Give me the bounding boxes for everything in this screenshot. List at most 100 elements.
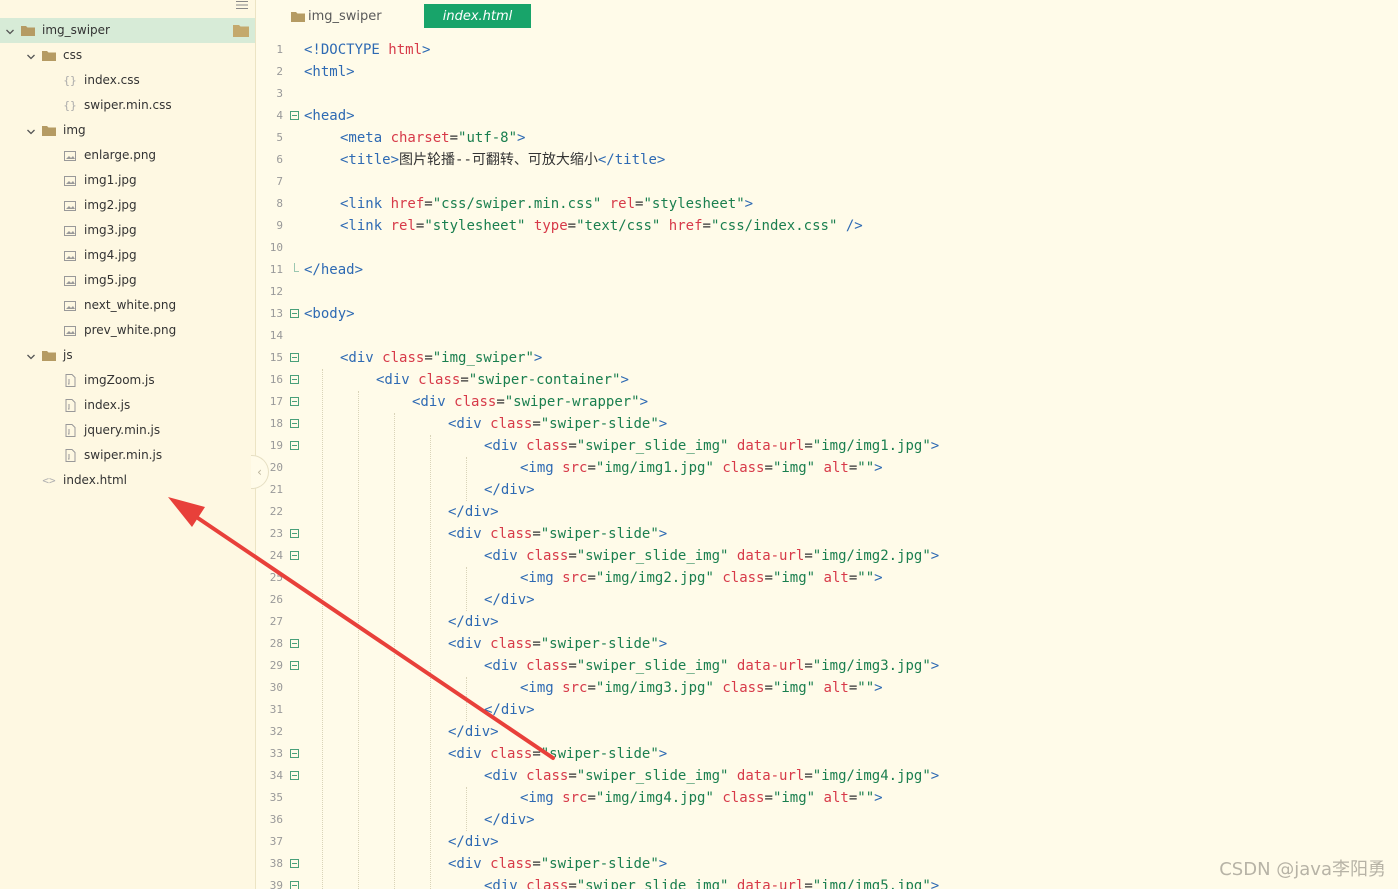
code-line[interactable]: 30 <img src="img/img3.jpg" class="img" al… bbox=[257, 677, 1398, 699]
tree-file[interactable]: next_white.png bbox=[0, 293, 255, 318]
code-line[interactable]: 29 <div class="swiper_slide_img" data-url… bbox=[257, 655, 1398, 677]
fold-toggle-icon[interactable] bbox=[290, 749, 299, 758]
code-line[interactable]: 24 <div class="swiper_slide_img" data-url… bbox=[257, 545, 1398, 567]
code-line[interactable]: 36 </div> bbox=[257, 809, 1398, 831]
menu-icon[interactable] bbox=[236, 0, 248, 10]
chevron-down-icon[interactable] bbox=[5, 26, 15, 36]
tab-index-html[interactable]: index.html bbox=[424, 4, 531, 28]
code-line[interactable]: 19 <div class="swiper_slide_img" data-url… bbox=[257, 435, 1398, 457]
code-token: > bbox=[658, 856, 668, 872]
code-editor[interactable]: 1 <!DOCTYPE html> 2 <html> 3 4 <head> 5 <meta ch… bbox=[257, 38, 1398, 889]
code-token: "img" bbox=[772, 790, 816, 806]
tree-file[interactable]: img2.jpg bbox=[0, 193, 255, 218]
code-line[interactable]: 21 </div> bbox=[257, 479, 1398, 501]
code-line[interactable]: 15 <div class="img_swiper"> bbox=[257, 347, 1398, 369]
fold-toggle-icon[interactable] bbox=[290, 353, 299, 362]
code-line[interactable]: 9 <link rel="stylesheet" type="text/css" … bbox=[257, 215, 1398, 237]
tree-file[interactable]: {} swiper.min.css bbox=[0, 93, 255, 118]
code-line[interactable]: 10 bbox=[257, 237, 1398, 259]
code-token: class bbox=[490, 636, 533, 652]
code-line[interactable]: 27 </div> bbox=[257, 611, 1398, 633]
code-line[interactable]: 23 <div class="swiper-slide"> bbox=[257, 523, 1398, 545]
code-line[interactable]: 13 <body> bbox=[257, 303, 1398, 325]
fold-toggle-icon[interactable] bbox=[290, 529, 299, 538]
code-line[interactable]: 7 bbox=[257, 171, 1398, 193]
line-number: 16 bbox=[269, 373, 283, 386]
tree-file[interactable]: enlarge.png bbox=[0, 143, 255, 168]
folder-icon bbox=[291, 11, 305, 22]
fold-toggle-icon[interactable] bbox=[290, 375, 299, 384]
code-line[interactable]: 37 </div> bbox=[257, 831, 1398, 853]
fold-toggle-icon[interactable] bbox=[290, 881, 299, 889]
code-line[interactable]: 12 bbox=[257, 281, 1398, 303]
code-token: "swiper-slide" bbox=[540, 526, 659, 542]
code-token: <div bbox=[484, 438, 527, 454]
tree-folder[interactable]: img bbox=[0, 118, 255, 143]
fold-toggle-icon[interactable] bbox=[290, 551, 299, 560]
code-line[interactable]: 18 <div class="swiper-slide"> bbox=[257, 413, 1398, 435]
tree-file[interactable]: img5.jpg bbox=[0, 268, 255, 293]
fold-toggle-icon[interactable] bbox=[290, 771, 299, 780]
tree-folder[interactable]: img_swiper bbox=[0, 18, 255, 43]
tree-folder[interactable]: css bbox=[0, 43, 255, 68]
code-token: > bbox=[639, 394, 649, 410]
fold-toggle-icon[interactable] bbox=[290, 111, 299, 120]
tree-file[interactable]: index.js bbox=[0, 393, 255, 418]
code-line[interactable]: 16 <div class="swiper-container"> bbox=[257, 369, 1398, 391]
code-line[interactable]: 34 <div class="swiper_slide_img" data-url… bbox=[257, 765, 1398, 787]
chevron-down-icon[interactable] bbox=[26, 51, 36, 61]
tree-file[interactable]: jquery.min.js bbox=[0, 418, 255, 443]
code-line[interactable]: 20 <img src="img/img1.jpg" class="img" al… bbox=[257, 457, 1398, 479]
tree-folder[interactable]: js bbox=[0, 343, 255, 368]
tree-file[interactable]: imgZoom.js bbox=[0, 368, 255, 393]
tree-file[interactable]: img3.jpg bbox=[0, 218, 255, 243]
tree-file[interactable]: prev_white.png bbox=[0, 318, 255, 343]
code-line[interactable]: 28 <div class="swiper-slide"> bbox=[257, 633, 1398, 655]
code-line[interactable]: 2 <html> bbox=[257, 61, 1398, 83]
code-line[interactable]: 22 </div> bbox=[257, 501, 1398, 523]
code-line[interactable]: 35 <img src="img/img4.jpg" class="img" al… bbox=[257, 787, 1398, 809]
code-line[interactable]: 4 <head> bbox=[257, 105, 1398, 127]
code-line[interactable]: 8 <link href="css/swiper.min.css" rel="st… bbox=[257, 193, 1398, 215]
fold-toggle-icon[interactable] bbox=[290, 419, 299, 428]
code-line[interactable]: 14 bbox=[257, 325, 1398, 347]
tab-project-folder[interactable]: img_swiper bbox=[291, 4, 382, 28]
code-line[interactable]: 33 <div class="swiper-slide"> bbox=[257, 743, 1398, 765]
code-token: "stylesheet" bbox=[424, 218, 526, 234]
line-number: 6 bbox=[276, 153, 283, 166]
code-token: "img/img2.jpg" bbox=[812, 548, 931, 564]
open-folder-icon[interactable] bbox=[233, 24, 249, 37]
code-line[interactable]: 6 <title>图片轮播--可翻转、可放大缩小</title> bbox=[257, 149, 1398, 171]
code-line[interactable]: 1 <!DOCTYPE html> bbox=[257, 39, 1398, 61]
tree-file[interactable]: <> index.html bbox=[0, 468, 255, 493]
code-text: <div class="swiper-wrapper"> bbox=[412, 391, 648, 413]
chevron-down-icon[interactable] bbox=[26, 351, 36, 361]
code-token: > bbox=[874, 570, 883, 586]
code-token: class bbox=[526, 548, 569, 564]
code-token: alt bbox=[823, 570, 849, 586]
chevron-down-icon[interactable] bbox=[26, 126, 36, 136]
tree-file[interactable]: {} index.css bbox=[0, 68, 255, 93]
code-line[interactable]: 26 </div> bbox=[257, 589, 1398, 611]
fold-toggle-icon[interactable] bbox=[290, 397, 299, 406]
code-token: "swiper_slide_img" bbox=[576, 878, 729, 889]
code-line[interactable]: 5 <meta charset="utf-8"> bbox=[257, 127, 1398, 149]
code-line[interactable]: 31 </div> bbox=[257, 699, 1398, 721]
code-line[interactable]: 17 <div class="swiper-wrapper"> bbox=[257, 391, 1398, 413]
tree-file[interactable]: img1.jpg bbox=[0, 168, 255, 193]
tab-label: img_swiper bbox=[308, 8, 382, 24]
fold-toggle-icon[interactable] bbox=[290, 309, 299, 318]
fold-toggle-icon[interactable] bbox=[290, 639, 299, 648]
code-line[interactable]: 11 </head> bbox=[257, 259, 1398, 281]
tree-file[interactable]: img4.jpg bbox=[0, 243, 255, 268]
fold-toggle-icon[interactable] bbox=[290, 859, 299, 868]
tree-file[interactable]: swiper.min.js bbox=[0, 443, 255, 468]
code-line[interactable]: 25 <img src="img/img2.jpg" class="img" al… bbox=[257, 567, 1398, 589]
fold-toggle-icon[interactable] bbox=[290, 441, 299, 450]
file-explorer-sidebar: img_swiper css {} index.css {} swiper.min.css… bbox=[0, 0, 256, 889]
code-line[interactable]: 3 bbox=[257, 83, 1398, 105]
code-token: class bbox=[490, 526, 533, 542]
code-line[interactable]: 32 </div> bbox=[257, 721, 1398, 743]
fold-toggle-icon[interactable] bbox=[290, 661, 299, 670]
line-number: 19 bbox=[269, 439, 283, 452]
